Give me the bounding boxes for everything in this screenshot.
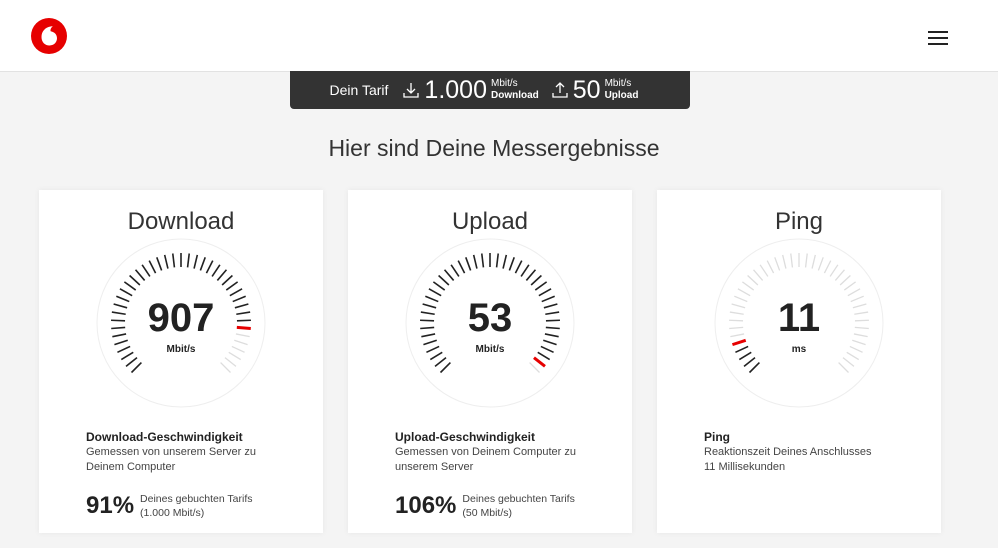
download-percent-text: Deines gebuchten Tarifs (1.000 Mbit/s): [140, 492, 252, 520]
upload-description: Upload-Geschwindigkeit Gemessen von Dein…: [395, 430, 595, 474]
download-desc-title: Download-Geschwindigkeit: [86, 430, 243, 444]
top-navigation-bar: [0, 0, 998, 72]
tariff-download-unit: Mbit/s Download: [491, 78, 539, 102]
upload-desc-line2: unserem Server: [395, 461, 474, 473]
download-gauge-tick: [236, 319, 251, 322]
ping-unit: ms: [792, 344, 807, 355]
hamburger-menu-icon[interactable]: [928, 31, 948, 47]
download-percent-value: 91%: [86, 492, 135, 519]
download-value: 907: [148, 296, 215, 340]
download-card: Download 907 Mbit/s Download-Geschwindig…: [39, 190, 323, 533]
download-description: Download-Geschwindigkeit Gemessen von un…: [86, 430, 286, 474]
upload-gauge: 53 Mbit/s: [405, 238, 575, 408]
download-gauge: 907 Mbit/s: [96, 238, 266, 408]
upload-percent-line1: Deines gebuchten Tarifs: [462, 493, 575, 505]
tariff-upload-unit-text: Mbit/s: [604, 78, 632, 89]
upload-gauge-tick: [545, 326, 560, 330]
tariff-banner: Dein Tarif 1.000 Mbit/s Download 50 Mbit…: [290, 71, 690, 109]
tariff-label: Dein Tarif: [329, 82, 389, 98]
upload-value: 53: [468, 296, 513, 340]
tariff-download-label: Download: [490, 90, 539, 101]
upload-desc-title: Upload-Geschwindigkeit: [395, 430, 536, 444]
download-desc-line1: Gemessen von unserem Server zu: [86, 446, 256, 458]
download-unit: Mbit/s: [167, 344, 196, 355]
upload-card: Upload 53 Mbit/s Upload-Geschwindigkeit …: [348, 190, 632, 533]
download-card-title: Download: [127, 208, 235, 235]
upload-desc-line1: Gemessen von Deinem Computer zu: [395, 446, 576, 458]
tariff-upload-value: 50: [572, 75, 601, 104]
download-gauge-tick: [236, 325, 251, 330]
ping-card-title: Ping: [774, 208, 824, 235]
tariff-download-value: 1.000: [424, 75, 487, 104]
page-title: Hier sind Deine Messergebnisse: [328, 135, 660, 161]
download-desc-line2: Deinem Computer: [86, 461, 176, 473]
upload-gauge-tick: [545, 319, 560, 322]
ping-gauge-tick: [729, 319, 744, 322]
download-percent-line2: (1.000 Mbit/s): [140, 507, 205, 519]
ping-description: Ping Reaktionszeit Deines Anschlusses 11…: [704, 430, 904, 474]
download-percentage: 91% Deines gebuchten Tarifs (1.000 Mbit/…: [86, 492, 253, 520]
upload-percent-text: Deines gebuchten Tarifs (50 Mbit/s): [462, 492, 574, 520]
upload-percent-value: 106%: [395, 492, 457, 519]
tariff-upload-unit: Mbit/s Upload: [605, 78, 639, 102]
ping-desc-title: Ping: [704, 430, 730, 444]
upload-card-title: Upload: [451, 208, 529, 235]
vodafone-logo[interactable]: [31, 18, 67, 54]
upload-percent-line2: (50 Mbit/s): [462, 507, 512, 519]
ping-gauge-tick: [854, 319, 869, 322]
upload-percentage: 106% Deines gebuchten Tarifs (50 Mbit/s): [395, 492, 575, 520]
ping-gauge: 11 ms: [714, 238, 884, 408]
tariff-download-unit-text: Mbit/s: [490, 78, 518, 89]
ping-desc-line1: Reaktionszeit Deines Anschlusses: [704, 446, 872, 458]
upload-gauge-tick: [420, 319, 435, 322]
tariff-upload-label: Upload: [604, 90, 639, 101]
upload-gauge-tick: [420, 326, 435, 330]
download-icon: [403, 83, 420, 98]
download-percent-line1: Deines gebuchten Tarifs: [140, 493, 253, 505]
ping-value: 11: [778, 296, 820, 340]
upload-unit: Mbit/s: [476, 344, 505, 355]
ping-desc-line2: 11 Millisekunden: [704, 461, 786, 473]
ping-card: Ping 11 ms Ping Reaktionszeit Deines Ans…: [657, 190, 941, 533]
upload-icon: [552, 82, 568, 98]
download-gauge-tick: [111, 319, 126, 322]
download-gauge-tick: [111, 326, 126, 330]
